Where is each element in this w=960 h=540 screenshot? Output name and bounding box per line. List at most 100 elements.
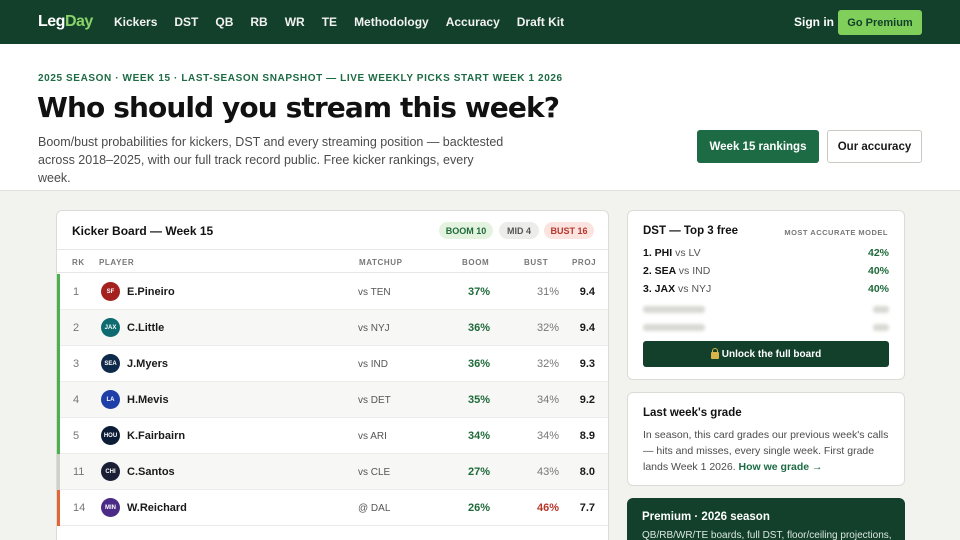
tier-indicator: [57, 418, 60, 454]
dst-opponent: vs NYJ: [678, 283, 712, 295]
player-name: E.Pineiro: [127, 286, 175, 298]
nav-link-draft-kit[interactable]: Draft Kit: [517, 15, 564, 29]
blurred-percent: [873, 324, 889, 331]
nav-link-te[interactable]: TE: [322, 15, 337, 29]
dst-percent: 40%: [867, 265, 889, 277]
matchup-cell: vs ARI: [358, 431, 387, 442]
projection-cell: 9.2: [579, 394, 595, 406]
dst-row-locked: [643, 320, 889, 336]
nav-link-rb[interactable]: RB: [250, 15, 267, 29]
dst-team-name: 2. SEA: [643, 265, 676, 277]
boom-count-badge: BOOM 10: [439, 222, 493, 239]
bust-count-badge: BUST 16: [544, 222, 594, 239]
top-nav: LegDay Kickers DST QB RB WR TE Methodolo…: [0, 0, 960, 44]
nav-links: Kickers DST QB RB WR TE Methodology Accu…: [114, 0, 581, 44]
tier-indicator: [57, 274, 60, 310]
projection-cell: 7.7: [579, 502, 595, 514]
premium-card-text: QB/RB/WR/TE boards, full DST, floor/ceil…: [642, 530, 892, 540]
bust-percent: 46%: [537, 502, 560, 514]
kicker-board-title: Kicker Board — Week 15: [72, 224, 214, 238]
nav-link-dst[interactable]: DST: [174, 15, 198, 29]
dst-percent: 42%: [867, 247, 889, 259]
nav-link-accuracy[interactable]: Accuracy: [446, 15, 500, 29]
rank-cell: 2: [73, 322, 80, 334]
header-boom[interactable]: BOOM: [462, 258, 489, 267]
hero-section: 2025 SEASON · WEEK 15 · LAST-SEASON SNAP…: [0, 44, 960, 191]
player-name: C.Little: [127, 322, 165, 334]
kicker-row[interactable]: 11 CHI C.Santos vs CLE 27% 43% 8.0: [57, 454, 608, 490]
kicker-row[interactable]: 1 SF E.Pineiro vs TEN 37% 31% 9.4: [57, 274, 608, 310]
dst-row[interactable]: 2. SEA vs IND 40%: [643, 265, 889, 281]
page-title: Who should you stream this week?: [37, 91, 560, 124]
projection-cell: 8.9: [579, 430, 595, 442]
logo[interactable]: LegDay: [38, 13, 93, 31]
team-logo-icon: SEA: [101, 354, 120, 373]
boom-percent: 36%: [467, 358, 490, 370]
boom-percent: 37%: [467, 286, 490, 298]
matchup-cell: vs NYJ: [358, 323, 390, 334]
boom-percent: 36%: [467, 322, 490, 334]
nav-link-methodology[interactable]: Methodology: [354, 15, 429, 29]
projection-cell: 9.4: [579, 322, 595, 334]
season-eyebrow: 2025 SEASON · WEEK 15 · LAST-SEASON SNAP…: [38, 73, 563, 84]
boom-percent: 35%: [467, 394, 490, 406]
unlock-full-board-button[interactable]: Unlock the full board: [643, 341, 889, 367]
matchup-cell: @ DAL: [358, 503, 391, 514]
go-premium-button[interactable]: Go Premium: [838, 10, 922, 35]
rank-cell: 3: [73, 358, 80, 370]
bust-percent: 31%: [537, 286, 560, 298]
logo-leg: Leg: [38, 13, 65, 30]
dst-team-name: 3. JAX: [643, 283, 676, 295]
tier-indicator: [57, 346, 60, 382]
dst-team-name: 1. PHI: [643, 247, 673, 259]
dst-row-locked: [643, 302, 889, 318]
team-logo-icon: LA: [101, 390, 120, 409]
lock-icon: [710, 347, 719, 359]
dst-opponent: vs LV: [675, 247, 701, 259]
projection-cell: 9.3: [579, 358, 595, 370]
week-rankings-button[interactable]: Week 15 rankings: [697, 130, 819, 163]
header-bust[interactable]: BUST: [524, 258, 548, 267]
nav-link-kickers[interactable]: Kickers: [114, 15, 157, 29]
hero-subtitle: Boom/bust probabilities for kickers, DST…: [38, 135, 504, 185]
header-rank[interactable]: RK: [72, 258, 85, 267]
dst-percent: 40%: [867, 283, 889, 295]
tier-indicator: [57, 454, 60, 490]
kicker-row[interactable]: 14 MIN W.Reichard @ DAL 26% 46% 7.7: [57, 490, 608, 526]
dst-row[interactable]: 1. PHI vs LV 42%: [643, 247, 889, 263]
nav-link-wr[interactable]: WR: [285, 15, 305, 29]
team-logo-icon: MIN: [101, 498, 120, 517]
player-name: J.Myers: [127, 358, 168, 370]
how-we-grade-link[interactable]: How we grade →: [739, 461, 823, 473]
rank-cell: 14: [73, 502, 86, 514]
team-logo-icon: JAX: [101, 318, 120, 337]
boom-percent: 27%: [467, 466, 490, 478]
bust-percent: 34%: [537, 430, 560, 442]
logo-day: Day: [64, 13, 93, 30]
mid-count-badge: MID 4: [499, 222, 539, 239]
premium-card-title: Premium · 2026 season: [642, 511, 770, 523]
header-matchup[interactable]: MATCHUP: [359, 258, 403, 267]
unlock-label: Unlock the full board: [721, 348, 822, 360]
kicker-board: Kicker Board — Week 15 BOOM 10 MID 4 BUS…: [56, 210, 609, 540]
matchup-cell: vs CLE: [358, 467, 391, 478]
dst-card: DST — Top 3 free MOST ACCURATE MODEL 1. …: [627, 210, 905, 380]
kicker-row[interactable]: 3 SEA J.Myers vs IND 36% 32% 9.3: [57, 346, 608, 382]
header-proj[interactable]: PROJ: [572, 258, 596, 267]
team-logo-icon: HOU: [101, 426, 120, 445]
our-accuracy-button[interactable]: Our accuracy: [827, 130, 922, 163]
sign-in-link[interactable]: Sign in: [794, 15, 834, 29]
nav-link-qb[interactable]: QB: [215, 15, 233, 29]
boom-percent: 34%: [467, 430, 490, 442]
player-name: K.Fairbairn: [127, 430, 186, 442]
last-week-grade-card: Last week's grade In season, this card g…: [627, 392, 905, 486]
blurred-team: [643, 306, 705, 313]
team-logo-icon: CHI: [101, 462, 120, 481]
kicker-row[interactable]: 4 LA H.Mevis vs DET 35% 34% 9.2: [57, 382, 608, 418]
kicker-row[interactable]: 5 HOU K.Fairbairn vs ARI 34% 34% 8.9: [57, 418, 608, 454]
dst-row[interactable]: 3. JAX vs NYJ 40%: [643, 283, 889, 299]
header-player[interactable]: PLAYER: [99, 258, 134, 267]
projection-cell: 9.4: [579, 286, 595, 298]
kicker-row[interactable]: 2 JAX C.Little vs NYJ 36% 32% 9.4: [57, 310, 608, 346]
matchup-cell: vs DET: [358, 395, 391, 406]
